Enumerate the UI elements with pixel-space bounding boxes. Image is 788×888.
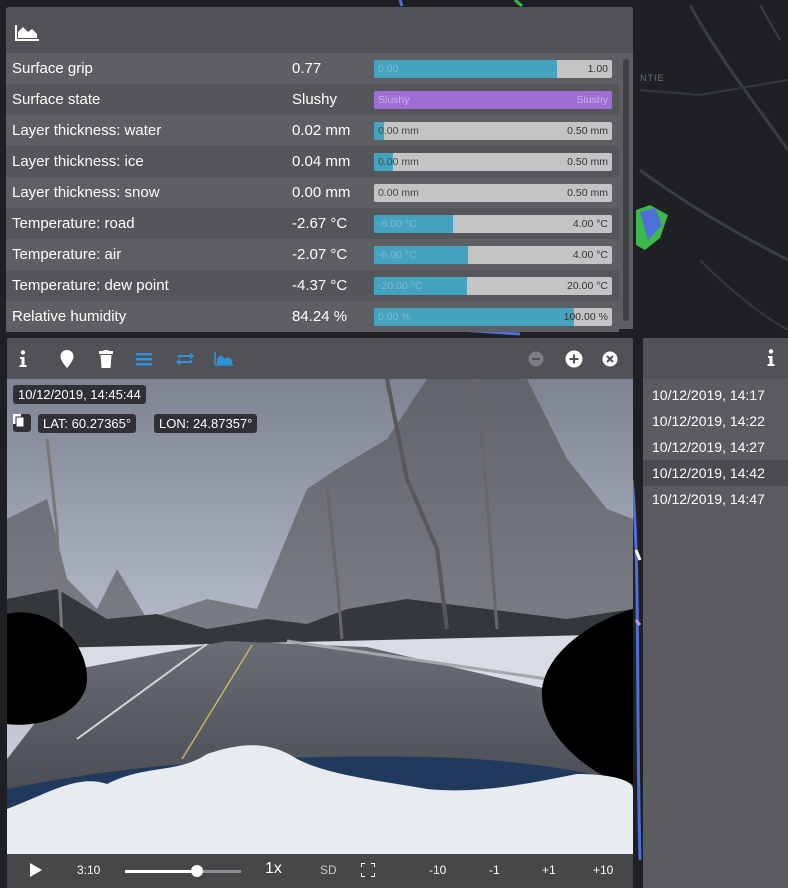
bar-min: -20.00 °C (378, 280, 423, 292)
timestamp-item[interactable]: 10/12/2019, 14:47 (643, 486, 788, 512)
value-bar-fill (374, 60, 558, 78)
row-value: -2.67 °C (292, 215, 348, 232)
progress-slider[interactable] (125, 865, 241, 877)
data-row-road-temperature: Temperature: road -2.67 °C -6.00 °C 4.00… (6, 208, 619, 239)
bar-max: 1.00 (587, 63, 608, 75)
bar-min: -6.00 °C (378, 218, 417, 230)
bar-min: Slushy (378, 94, 410, 106)
zoom-in-icon[interactable] (563, 348, 585, 370)
area-chart-icon[interactable] (14, 24, 40, 47)
video-frame[interactable]: 10/12/2019, 14:45:44 LAT: 60.27365° LON:… (7, 379, 633, 854)
row-value: 0.77 (292, 60, 322, 77)
bar-min: -6.00 °C (378, 249, 417, 261)
map-marker-icon[interactable] (56, 348, 78, 370)
bar-min: 0.00 mm (378, 187, 419, 199)
copy-icon[interactable] (13, 414, 31, 432)
row-label: Surface grip (12, 60, 93, 77)
row-label: Layer thickness: water (12, 122, 162, 139)
road-data-panel: Surface grip 0.77 0.00 1.00 Surface stat… (6, 7, 633, 332)
data-row-dew-point: Temperature: dew point -4.37 °C -20.00 °… (6, 270, 619, 301)
progress-knob[interactable] (190, 865, 203, 877)
video-controls: 3:10 1x SD -10 -1 +1 +10 (7, 854, 633, 888)
timestamp-item[interactable]: 10/12/2019, 14:27 (643, 434, 788, 460)
bar-max: 0.50 mm (567, 125, 608, 137)
bar-min: 0.00 % (378, 311, 411, 323)
row-label: Relative humidity (12, 308, 127, 325)
bar-max: 0.50 mm (567, 156, 608, 168)
data-row-air-temperature: Temperature: air -2.07 °C -6.00 °C 4.00 … (6, 239, 619, 270)
bar-max: 4.00 °C (572, 218, 608, 230)
row-value: Slushy (292, 91, 338, 108)
skip-back-1-button[interactable]: -1 (489, 863, 500, 877)
longitude-badge: LON: 24.87357° (154, 414, 258, 433)
map-road-label: NTIE (640, 73, 665, 83)
row-label: Layer thickness: snow (12, 184, 160, 201)
area-chart-icon[interactable] (213, 348, 235, 370)
video-panel: 10/12/2019, 14:45:44 LAT: 60.27365° LON:… (7, 338, 633, 888)
data-rows: Surface grip 0.77 0.00 1.00 Surface stat… (6, 53, 619, 332)
row-label: Temperature: dew point (12, 277, 169, 294)
value-bar: -6.00 °C 4.00 °C (374, 215, 612, 233)
play-icon[interactable] (30, 863, 42, 880)
bar-max: 0.50 mm (567, 187, 608, 199)
speed-button[interactable]: 1x (265, 860, 282, 878)
timestamp-list-panel: 10/12/2019, 14:17 10/12/2019, 14:22 10/1… (643, 338, 788, 888)
value-bar: -20.00 °C 20.00 °C (374, 277, 612, 295)
fullscreen-icon[interactable] (360, 862, 376, 880)
data-row-relative-humidity: Relative humidity 84.24 % 0.00 % 100.00 … (6, 301, 619, 332)
value-bar: 0.00 1.00 (374, 60, 612, 78)
bar-max: Slushy (576, 94, 608, 106)
progress-fill (125, 870, 197, 873)
bar-min: 0.00 mm (378, 156, 419, 168)
row-value: 0.00 mm (292, 184, 351, 201)
close-icon[interactable] (599, 348, 621, 370)
value-bar: 0.00 % 100.00 % (374, 308, 612, 326)
row-value: -2.07 °C (292, 246, 348, 263)
latitude-badge: LAT: 60.27365° (38, 414, 137, 433)
value-bar: 0.00 mm 0.50 mm (374, 184, 612, 202)
bar-max: 20.00 °C (567, 280, 608, 292)
timestamp-item[interactable]: 10/12/2019, 14:42 (643, 460, 788, 486)
playback-time: 3:10 (77, 863, 101, 877)
timestamp-list-header (643, 338, 788, 379)
row-value: 0.02 mm (292, 122, 351, 139)
row-value: -4.37 °C (292, 277, 348, 294)
data-panel-scrollbar[interactable] (623, 59, 629, 321)
row-label: Layer thickness: ice (12, 153, 144, 170)
row-label: Surface state (12, 91, 101, 108)
value-bar: -6.00 °C 4.00 °C (374, 246, 612, 264)
bar-max: 100.00 % (563, 311, 608, 323)
video-timestamp: 10/12/2019, 14:45:44 (13, 385, 146, 404)
row-label: Temperature: road (12, 215, 135, 232)
value-bar: 0.00 mm 0.50 mm (374, 122, 612, 140)
bar-max: 4.00 °C (572, 249, 608, 261)
row-value: 84.24 % (292, 308, 348, 325)
bar-min: 0.00 mm (378, 125, 419, 137)
video-toolbar (7, 338, 633, 379)
repeat-icon[interactable] (174, 348, 196, 370)
row-value: 0.04 mm (292, 153, 351, 170)
skip-back-10-button[interactable]: -10 (429, 863, 446, 877)
value-bar: Slushy Slushy (374, 91, 612, 109)
row-label: Temperature: air (12, 246, 122, 263)
data-row-surface-state: Surface state Slushy Slushy Slushy (6, 84, 619, 115)
info-icon[interactable] (766, 349, 776, 372)
quality-button[interactable]: SD (320, 863, 337, 877)
data-row-water-thickness: Layer thickness: water 0.02 mm 0.00 mm 0… (6, 115, 619, 146)
timestamp-item[interactable]: 10/12/2019, 14:17 (643, 382, 788, 408)
skip-forward-1-button[interactable]: +1 (542, 863, 556, 877)
value-bar: 0.00 mm 0.50 mm (374, 153, 612, 171)
info-icon[interactable] (12, 348, 34, 370)
data-panel-header (6, 7, 633, 53)
timestamp-item[interactable]: 10/12/2019, 14:22 (643, 408, 788, 434)
data-row-ice-thickness: Layer thickness: ice 0.04 mm 0.00 mm 0.5… (6, 146, 619, 177)
zoom-out-icon[interactable] (525, 348, 547, 370)
skip-forward-10-button[interactable]: +10 (593, 863, 613, 877)
list-icon[interactable] (133, 348, 155, 370)
trash-icon[interactable] (95, 348, 117, 370)
data-row-snow-thickness: Layer thickness: snow 0.00 mm 0.00 mm 0.… (6, 177, 619, 208)
data-row-surface-grip: Surface grip 0.77 0.00 1.00 (6, 53, 619, 84)
bar-min: 0.00 (378, 63, 399, 75)
